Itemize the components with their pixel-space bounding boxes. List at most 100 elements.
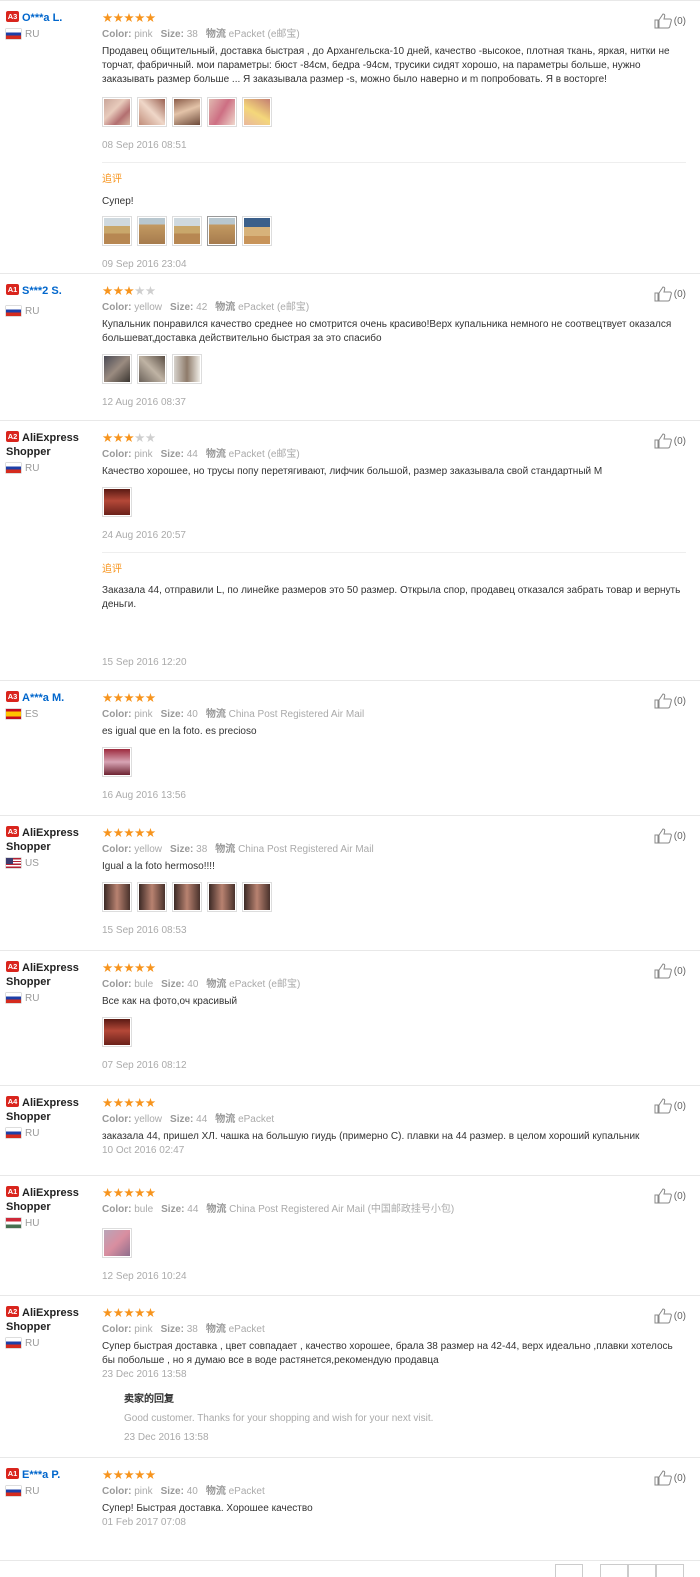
product-attributes: Color: yellow Size: 38 物流 China Post Regis…: [102, 844, 374, 855]
review-photos: [102, 216, 686, 246]
review-date: 12 Aug 2016 08:37: [102, 397, 186, 408]
review-text: Супер! Быстрая доставка. Хорошее качеств…: [102, 1503, 313, 1514]
review-photo[interactable]: [102, 882, 132, 912]
review-photo[interactable]: [207, 216, 237, 246]
reviewer-name[interactable]: O***a L.: [22, 12, 62, 24]
review-photo[interactable]: [102, 216, 132, 246]
review-photos: [102, 747, 686, 777]
reviewer-country: HU: [6, 1218, 98, 1230]
reviewer-country: RU: [6, 1128, 98, 1140]
review-item: A1 S***2 S. RU (0) ★★★★★ Color: yellow Siz…: [0, 273, 700, 420]
review-item: A2 AliExpress Shopper RU (0) ★★★★★ Color:…: [0, 1295, 700, 1457]
review-photo[interactable]: [137, 97, 167, 127]
reviewer-country: RU: [6, 1486, 98, 1498]
review-photo[interactable]: [172, 216, 202, 246]
review-photo[interactable]: [102, 487, 132, 517]
russia-flag-icon: [6, 1128, 21, 1139]
level-badge: A1: [6, 284, 19, 295]
review-text: Супер быстрая доставка , цвет совпадает …: [102, 1341, 673, 1366]
star-rating: ★★★★★: [102, 1306, 156, 1320]
review-body: ★★★★★ Color: pink Size: 40 物流 ePacket Супе…: [102, 1468, 686, 1529]
review-text: Все как на фото,оч красивый: [102, 996, 238, 1007]
reviewer-info: A1 AliExpress Shopper HU: [6, 1186, 98, 1230]
review-photos: [102, 354, 686, 384]
reviewer-country: RU: [6, 29, 98, 41]
review-item: A1 AliExpress Shopper HU (0) ★★★★★ Color:…: [0, 1175, 700, 1295]
review-date: 15 Sep 2016 08:53: [102, 925, 187, 936]
level-badge: A3: [6, 691, 19, 702]
review-photo[interactable]: [242, 216, 272, 246]
product-attributes: Color: bule Size: 40 物流 ePacket (e邮宝): [102, 979, 301, 990]
review-body: ★★★★★ Color: pink Size: 38 物流 ePacket (e邮宝…: [102, 11, 686, 271]
review-photo[interactable]: [172, 354, 202, 384]
review-item: A2 AliExpress Shopper RU (0) ★★★★★ Color:…: [0, 950, 700, 1085]
reviewer-info: A2 AliExpress Shopper RU: [6, 961, 98, 1005]
review-photo[interactable]: [242, 97, 272, 127]
star-rating: ★★★★★: [102, 1468, 156, 1482]
review-photo[interactable]: [172, 882, 202, 912]
reviewer-country: RU: [6, 1338, 98, 1350]
reviewer-country: RU: [6, 306, 98, 318]
star-rating: ★★★★★: [102, 11, 156, 25]
star-rating: ★★★★★: [102, 284, 156, 298]
reviewer-name[interactable]: A***a M.: [22, 692, 64, 704]
review-date: 07 Sep 2016 08:12: [102, 1060, 187, 1071]
additional-review-date: 09 Sep 2016 23:04: [102, 259, 187, 270]
review-photo[interactable]: [137, 882, 167, 912]
review-photo[interactable]: [207, 97, 237, 127]
review-text: заказала 44, пришел XЛ. чашка на большую…: [102, 1131, 640, 1142]
review-photo[interactable]: [102, 747, 132, 777]
review-photo[interactable]: [102, 97, 132, 127]
level-badge: A2: [6, 961, 19, 972]
review-date: 12 Sep 2016 10:24: [102, 1271, 187, 1282]
review-photo[interactable]: [102, 1228, 132, 1258]
usa-flag-icon: [6, 858, 21, 869]
review-photos: [102, 1228, 686, 1258]
review-photo[interactable]: [102, 1017, 132, 1047]
product-attributes: Color: bule Size: 44 物流 China Post Registe…: [102, 1204, 455, 1215]
reviewer-name[interactable]: E***a P.: [22, 1469, 60, 1481]
review-photo[interactable]: [242, 882, 272, 912]
review-date: 23 Dec 2016 13:58: [102, 1369, 187, 1380]
product-attributes: Color: yellow Size: 44 物流 ePacket: [102, 1114, 275, 1125]
reviewer-info: A1 E***a P. RU: [6, 1468, 98, 1498]
russia-flag-icon: [6, 993, 21, 1004]
review-body: ★★★★★ Color: yellow Size: 38 物流 China Post…: [102, 826, 686, 937]
review-body: ★★★★★ Color: bule Size: 44 物流 China Post R…: [102, 1186, 686, 1283]
russia-flag-icon: [6, 463, 21, 474]
reviewer-country: ES: [6, 709, 98, 721]
review-photo[interactable]: [137, 354, 167, 384]
star-rating: ★★★★★: [102, 431, 156, 445]
star-rating: ★★★★★: [102, 961, 156, 975]
review-photo[interactable]: [207, 882, 237, 912]
seller-reply-date: 23 Dec 2016 13:58: [124, 1432, 209, 1443]
review-body: ★★★★★ Color: pink Size: 40 物流 China Post R…: [102, 691, 686, 802]
reviewer-name[interactable]: S***2 S.: [22, 285, 62, 297]
review-text: Igual a la foto hermoso!!!!: [102, 861, 215, 872]
level-badge: A3: [6, 826, 19, 837]
russia-flag-icon: [6, 1338, 21, 1349]
reviewer-country: US: [6, 858, 98, 870]
review-body: ★★★★★ Color: yellow Size: 42 物流 ePacket (e…: [102, 284, 686, 409]
additional-review-date: 15 Sep 2016 12:20: [102, 657, 187, 668]
star-rating: ★★★★★: [102, 1186, 156, 1200]
reviewer-info: A3 A***a M. ES: [6, 691, 98, 721]
reviewer-info: A3 AliExpress Shopper US: [6, 826, 98, 870]
level-badge: A4: [6, 1096, 19, 1107]
additional-review-label: 追评: [102, 564, 122, 575]
reviewer-info: A4 AliExpress Shopper RU: [6, 1096, 98, 1140]
review-text: es igual que en la foto. es precioso: [102, 726, 257, 737]
product-attributes: Color: yellow Size: 42 物流 ePacket (e邮宝): [102, 302, 310, 313]
review-body: ★★★★★ Color: bule Size: 40 物流 ePacket (e邮宝…: [102, 961, 686, 1072]
review-photo[interactable]: [102, 354, 132, 384]
level-badge: A1: [6, 1186, 19, 1197]
seller-reply-title: 卖家的回复: [124, 1394, 174, 1405]
reviewer-info: A1 S***2 S. RU: [6, 284, 98, 318]
review-date: 10 Oct 2016 02:47: [102, 1145, 185, 1156]
review-photo[interactable]: [172, 97, 202, 127]
additional-review-text: Супер!: [102, 196, 134, 207]
seller-reply: 卖家的回复 Good customer. Thanks for your sho…: [124, 1393, 686, 1444]
review-date: 24 Aug 2016 20:57: [102, 530, 186, 541]
russia-flag-icon: [6, 306, 21, 317]
review-photo[interactable]: [137, 216, 167, 246]
